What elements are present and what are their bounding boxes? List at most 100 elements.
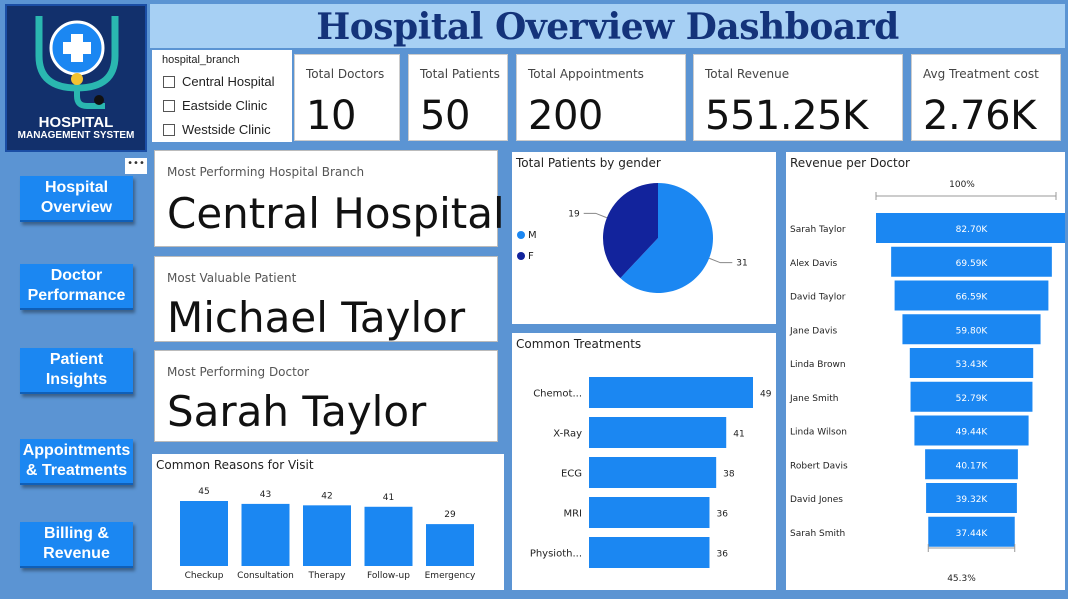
data-label: 42 (321, 491, 332, 501)
data-label: 19 (568, 209, 580, 219)
data-label: 36 (716, 510, 728, 520)
kpi-value: 10 (306, 93, 356, 139)
bar (426, 524, 474, 566)
stethoscope-cross-icon (35, 16, 119, 109)
tick-label: Jane Smith (789, 394, 839, 404)
kpi-value: 551.25K (705, 93, 868, 139)
bar (303, 505, 351, 566)
kpi-value: 200 (528, 93, 603, 139)
bar (589, 417, 727, 448)
card-label: Most Valuable Patient (167, 271, 297, 285)
page-title: Hospital Overview Dashboard (316, 6, 899, 48)
card-value: Central Hospital (167, 189, 505, 238)
bottom-percentage: 45.3% (947, 574, 976, 584)
nav-appointments-treatments[interactable]: Appointments & Treatments (20, 439, 133, 485)
bar (364, 506, 413, 566)
kpi-avg-treatment-cost: Avg Treatment cost 2.76K (911, 54, 1061, 141)
slicer-option-westside[interactable]: Westside Clinic (163, 122, 271, 137)
data-label: 40.17K (956, 461, 989, 471)
more-options-button[interactable]: ••• (125, 158, 147, 174)
checkbox[interactable] (163, 75, 175, 88)
chart-reasons-panel: Common Reasons for Visit 45 Checkup 43 Cons… (152, 454, 504, 590)
chart-treatments-panel: Common Treatments Chemot... 49 X-Ray 41 ECG 3… (512, 333, 776, 590)
data-label: 53.43K (956, 360, 989, 370)
kpi-total-patients: Total Patients 50 (408, 54, 508, 141)
tick-label: Robert Davis (790, 461, 848, 471)
chart-reasons-svg: 45 Checkup 43 Consultation 42 Therapy 41 Follow… (180, 487, 476, 581)
bar (589, 457, 717, 488)
nav-doctor-performance[interactable]: Doctor Performance (20, 264, 133, 310)
kpi-label: Total Patients (420, 67, 500, 81)
nav-hospital-overview[interactable]: Hospital Overview (20, 176, 133, 222)
data-label: 49 (760, 390, 772, 400)
data-label: 41 (733, 430, 744, 440)
slicer-option-label: Central Hospital (182, 74, 275, 89)
top-percentage: 100% (949, 180, 975, 190)
chart-revenue-svg: 100% 82.70K Sarah Taylor 69.59K Alex Davis 66… (789, 180, 1065, 584)
data-label: 66.59K (956, 293, 989, 303)
tick-label: Physioth... (530, 549, 582, 560)
checkbox[interactable] (163, 123, 175, 136)
chart-gender-panel: Total Patients by gender 31 19 M F (512, 152, 776, 324)
leader-line (708, 257, 733, 264)
data-label: 29 (444, 510, 456, 520)
chart-gender-svg: 31 19 MF (517, 183, 748, 293)
data-label: 37.44K (956, 529, 989, 539)
card-label: Most Performing Doctor (167, 365, 310, 379)
kpi-value: 50 (420, 93, 470, 139)
data-label: 43 (260, 490, 271, 500)
tick-label: Checkup (185, 571, 224, 581)
tick-label: Sarah Taylor (790, 225, 846, 235)
data-label: 82.70K (956, 225, 989, 235)
tick-label: Sarah Smith (790, 529, 845, 539)
kpi-label: Total Appointments (528, 67, 644, 81)
chart-revenue-panel: Revenue per Doctor 100% 82.70K Sarah Taylo… (786, 152, 1065, 590)
chart-treatments-svg: Chemot... 49 X-Ray 41 ECG 38 MRI 36 Physioth... 3… (530, 377, 772, 568)
app-logo: HOSPITAL MANAGEMENT SYSTEM (5, 4, 147, 152)
nav-billing-revenue[interactable]: Billing & Revenue (20, 522, 133, 568)
kpi-label: Total Revenue (705, 67, 790, 81)
kpi-total-revenue: Total Revenue 551.25K (693, 54, 903, 141)
tick-label: Chemot... (533, 389, 582, 400)
logo-title: HOSPITAL (38, 114, 114, 131)
slicer-option-central[interactable]: Central Hospital (163, 74, 275, 89)
legend-label: M (528, 230, 537, 241)
nav-patient-insights[interactable]: Patient Insights (20, 348, 133, 394)
tick-label: Linda Wilson (790, 428, 847, 438)
kpi-value: 2.76K (923, 93, 1036, 139)
kpi-total-appointments: Total Appointments 200 (516, 54, 686, 141)
legend-label: F (528, 251, 534, 262)
data-label: 45 (198, 487, 209, 497)
bar (589, 537, 710, 568)
data-label: 41 (383, 493, 394, 503)
slicer-title: hospital_branch (162, 54, 240, 66)
checkbox[interactable] (163, 99, 175, 112)
tick-label: Linda Brown (790, 360, 846, 370)
card-value: Michael Taylor (167, 293, 466, 342)
legend-marker (517, 252, 525, 260)
kpi-label: Avg Treatment cost (923, 67, 1039, 81)
slicer-option-eastside[interactable]: Eastside Clinic (163, 98, 267, 113)
tick-label: David Jones (790, 495, 843, 505)
data-label: 39.32K (956, 495, 989, 505)
branch-slicer: hospital_branch Central Hospital Eastsid… (152, 50, 292, 142)
data-label: 38 (723, 470, 735, 480)
data-label: 36 (716, 550, 728, 560)
tick-label: X-Ray (553, 429, 582, 440)
data-label: 59.80K (956, 326, 989, 336)
tick-label: Jane Davis (789, 326, 838, 336)
bar (180, 501, 228, 566)
data-label: 69.59K (956, 259, 989, 269)
kpi-total-doctors: Total Doctors 10 (294, 54, 400, 141)
tick-label: MRI (563, 509, 582, 520)
data-label: 52.79K (956, 394, 989, 404)
leader-line (583, 212, 608, 219)
data-label: 49.44K (956, 428, 989, 438)
card-value: Sarah Taylor (167, 387, 427, 436)
dashboard-header: Hospital Overview Dashboard (150, 4, 1065, 48)
logo-subtitle: MANAGEMENT SYSTEM (17, 130, 135, 141)
tick-label: Follow-up (367, 571, 410, 581)
card-top-patient: Most Valuable Patient Michael Taylor (154, 256, 498, 342)
tick-label: Alex Davis (790, 259, 837, 269)
tick-label: Therapy (308, 571, 347, 581)
